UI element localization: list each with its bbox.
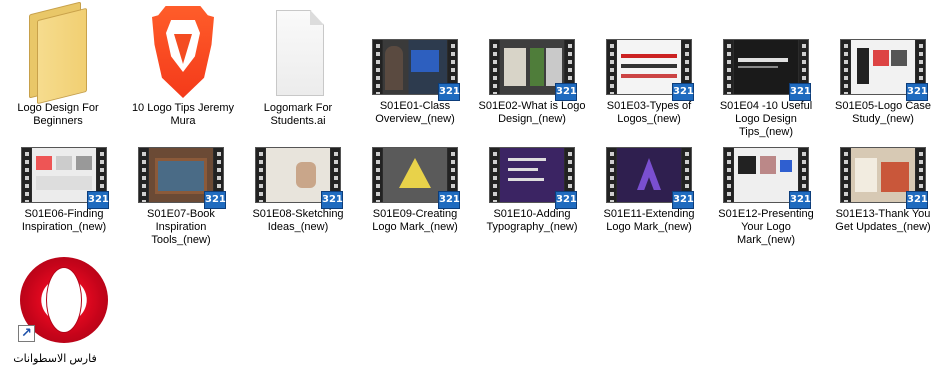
media-player-badge-icon: 321 xyxy=(555,83,577,101)
media-player-badge-icon: 321 xyxy=(789,191,811,209)
item-label: 10 Logo Tips Jeremy Mura xyxy=(131,102,235,127)
media-player-badge-icon: 321 xyxy=(438,83,460,101)
item-label: S01E01-Class Overview_(new) xyxy=(375,100,455,125)
media-player-badge-icon: 321 xyxy=(672,191,694,209)
item-label: S01E10-Adding Typography_(new) xyxy=(486,208,578,233)
media-player-badge-icon: 321 xyxy=(438,191,460,209)
item-label: S01E09-Creating Logo Mark_(new) xyxy=(372,208,458,233)
brave-browser-icon xyxy=(128,2,238,98)
item-label: Logomark For Students.ai xyxy=(263,102,333,127)
folder-icon xyxy=(3,1,113,105)
media-player-badge-icon: 321 xyxy=(321,191,343,209)
media-player-badge-icon: 321 xyxy=(87,191,109,209)
media-player-badge-icon: 321 xyxy=(555,191,577,209)
media-player-badge-icon: 321 xyxy=(789,83,811,101)
media-player-badge-icon: 321 xyxy=(906,191,928,209)
item-label: S01E05-Logo Case Study_(new) xyxy=(834,100,931,125)
item-label: S01E11-Extending Logo Mark_(new) xyxy=(603,208,695,233)
item-label: Logo Design For Beginners xyxy=(17,102,99,127)
document-icon xyxy=(243,2,353,97)
media-player-badge-icon: 321 xyxy=(906,83,928,101)
item-label: S01E12-Presenting Your Logo Mark_(new) xyxy=(718,208,814,246)
media-player-badge-icon: 321 xyxy=(672,83,694,101)
media-player-badge-icon: 321 xyxy=(204,191,226,209)
shortcut-arrow-icon: ↗ xyxy=(18,325,35,342)
item-label: S01E04 -10 Useful Logo Design Tips_(new) xyxy=(719,100,813,138)
item-label: S01E02-What is Logo Design_(new) xyxy=(478,100,586,125)
item-label: S01E13-Thank You Get Updates_(new) xyxy=(835,208,931,233)
item-label: S01E08-Sketching Ideas_(new) xyxy=(252,208,344,233)
item-label: S01E03-Types of Logos_(new) xyxy=(606,100,692,125)
opera-browser-icon xyxy=(0,253,110,348)
item-label: S01E06-Finding Inspiration_(new) xyxy=(21,208,107,233)
item-label: S01E07-Book Inspiration Tools_(new) xyxy=(147,208,215,246)
item-label: فارس الاسطوانات xyxy=(13,353,97,365)
